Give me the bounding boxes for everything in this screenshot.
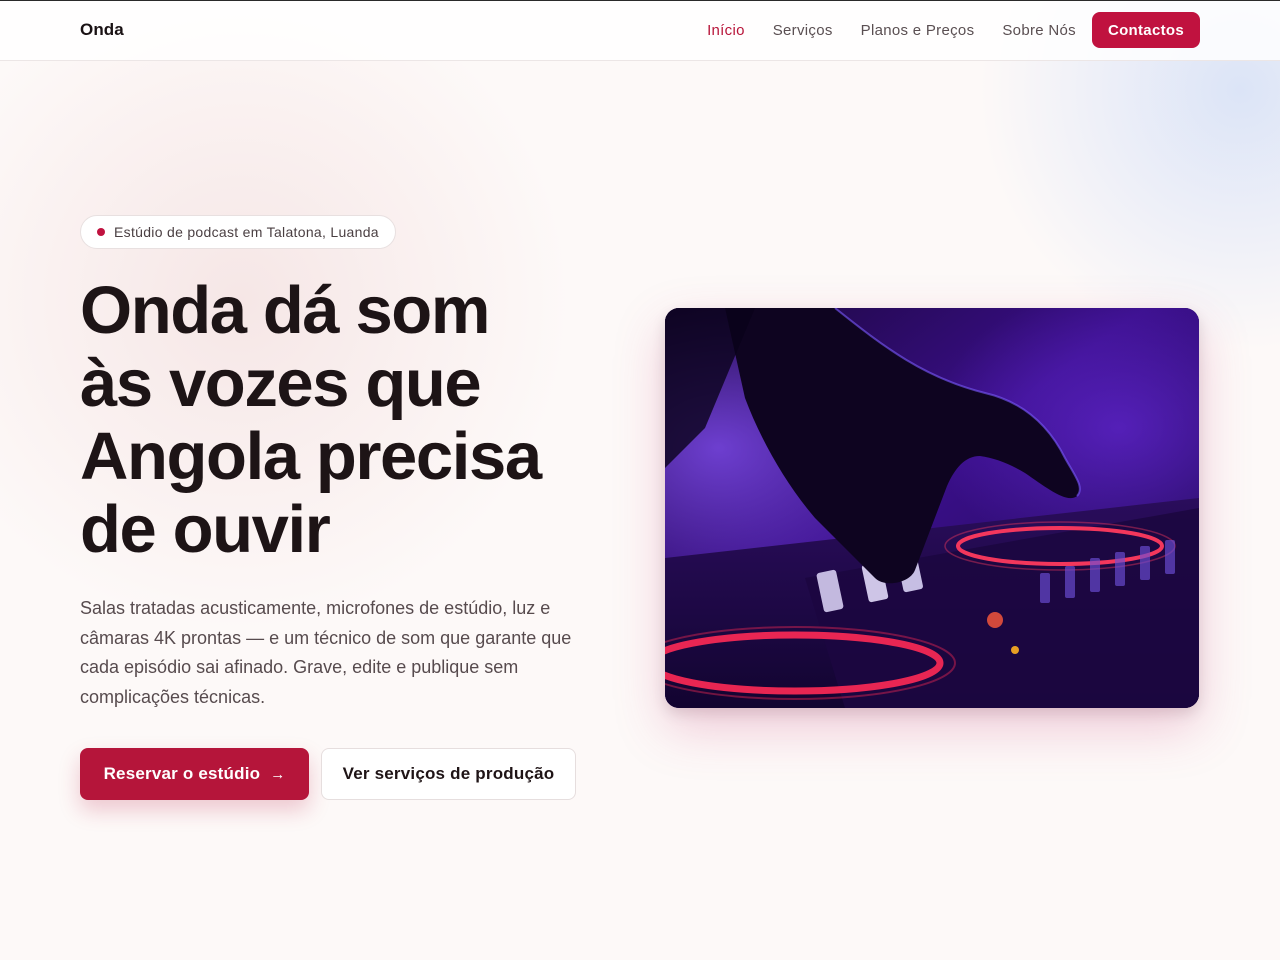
main-nav: Início Serviços Planos e Preços Sobre Nó… [679, 12, 1200, 48]
hero-description: Salas tratadas acusticamente, microfones… [80, 598, 572, 707]
site-header: Onda Início Serviços Planos e Preços Sob… [0, 1, 1280, 61]
reservar-estudio-label: Reservar o estúdio [103, 764, 261, 783]
hero-title-line: às vozes que [80, 346, 482, 421]
contactos-button[interactable]: Contactos [1091, 12, 1200, 48]
location-badge: Estúdio de podcast em Talatona, Luanda [80, 215, 396, 249]
ver-servicos-button[interactable]: Ver serviços de produção [321, 748, 576, 800]
badge-text: Estúdio de podcast em Talatona, Luanda [114, 224, 379, 240]
reservar-estudio-button[interactable]: Reservar o estúdio → [80, 748, 309, 800]
hero-title: Onda dá som às vozes que Angola precisa … [80, 274, 620, 566]
hand-on-dj-controller-image [665, 308, 1199, 708]
hero-title-line: Angola precisa [80, 419, 542, 494]
nav-link-inicio[interactable]: Início [707, 22, 745, 39]
nav-link-sobre-nos[interactable]: Sobre Nós [1002, 22, 1076, 39]
nav-link-servicos[interactable]: Serviços [773, 22, 833, 39]
status-dot-icon [97, 228, 105, 236]
nav-link-planos-precos[interactable]: Planos e Preços [861, 22, 975, 39]
site-logo[interactable]: Onda [80, 20, 124, 40]
arrow-right-icon: → [270, 765, 286, 783]
hero-title-line: Onda dá som [80, 273, 490, 348]
top-border [0, 0, 1280, 1]
hero-title-line: de ouvir [80, 492, 331, 567]
